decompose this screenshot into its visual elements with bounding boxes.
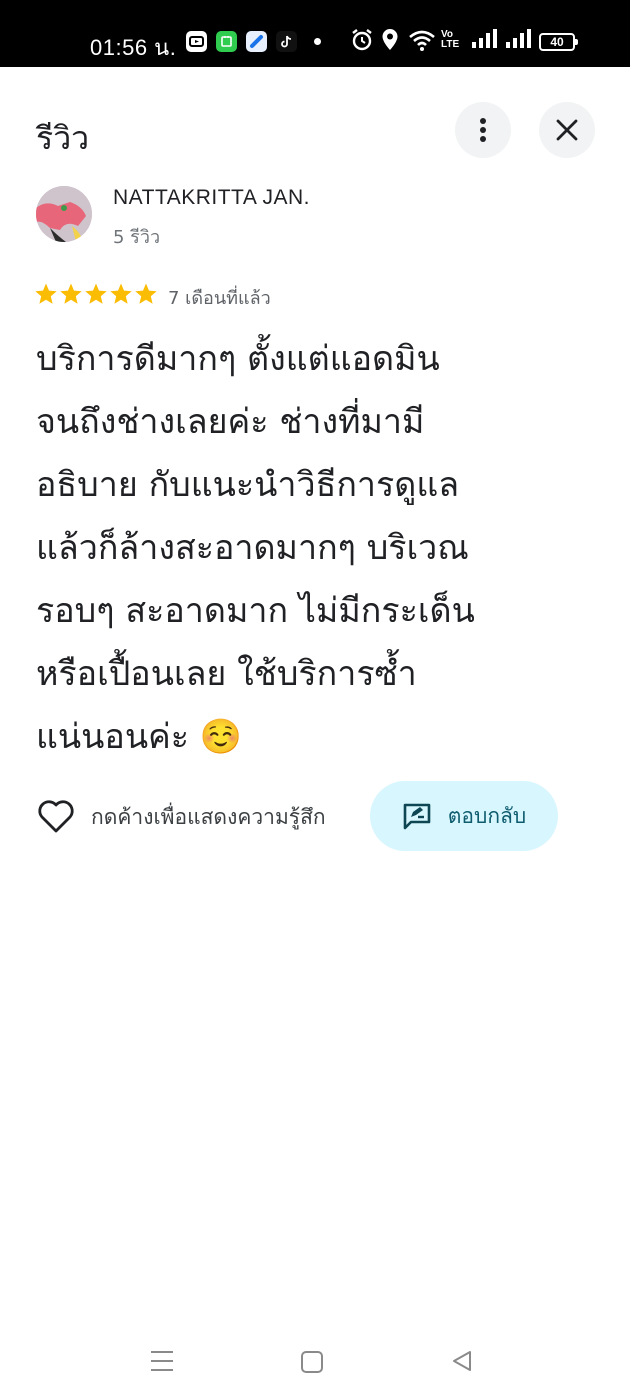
volte-label: Vo LTE bbox=[441, 29, 460, 50]
battery-indicator: 40 bbox=[539, 33, 578, 51]
react-hint-label[interactable]: กดค้างเพื่อแสดงความรู้สึก bbox=[91, 801, 326, 834]
review-line: บริการดีมากๆ ตั้งแต่แอดมิน bbox=[36, 339, 440, 379]
review-line: อธิบาย กับแนะนำวิธีการดูแล bbox=[36, 465, 460, 505]
wifi-icon bbox=[409, 30, 435, 51]
star-filled-icon bbox=[110, 283, 132, 304]
signal-icon-2 bbox=[506, 29, 531, 48]
back-triangle-icon[interactable] bbox=[450, 1349, 474, 1373]
reviewer-review-count: 5 รีวิว bbox=[113, 227, 161, 248]
tiktok-app-icon bbox=[276, 31, 297, 52]
heart-outline-icon[interactable] bbox=[37, 798, 75, 834]
reply-button[interactable]: ตอบกลับ bbox=[370, 781, 558, 851]
menu-icon[interactable] bbox=[150, 1350, 174, 1372]
review-line: จนถึงช่างเลยค่ะ ช่างที่มามี bbox=[36, 402, 425, 442]
alarm-icon bbox=[352, 29, 372, 51]
review-line: แล้วก็ล้างสะอาดมากๆ บริเวณ bbox=[36, 528, 469, 568]
system-nav-bar bbox=[0, 1322, 630, 1400]
review-line: หรือเปื้อนเลย ใช้บริการซ้ำ bbox=[36, 654, 417, 694]
close-button[interactable] bbox=[539, 102, 595, 158]
reply-icon bbox=[403, 803, 431, 830]
more-options-button[interactable] bbox=[455, 102, 511, 158]
signal-icon-1 bbox=[472, 29, 497, 48]
app-notification-icon bbox=[186, 31, 207, 52]
star-rating bbox=[34, 282, 158, 306]
reviewer-name[interactable]: NATTAKRITTA JAN. bbox=[113, 186, 310, 210]
status-time: 01:56 น. bbox=[90, 35, 177, 60]
close-icon bbox=[556, 119, 578, 141]
line-app-icon bbox=[216, 31, 237, 52]
page-title: รีวิว bbox=[36, 119, 90, 157]
home-square-icon[interactable] bbox=[300, 1350, 324, 1374]
status-bar: 01:56 น. Vo LTE 40 bbox=[0, 0, 630, 67]
location-icon bbox=[382, 29, 398, 50]
star-filled-icon bbox=[35, 283, 57, 304]
star-filled-icon bbox=[85, 283, 107, 304]
maps-app-icon bbox=[246, 31, 267, 52]
reply-label: ตอบกลับ bbox=[447, 803, 527, 828]
review-time-ago: 7 เดือนที่แล้ว bbox=[168, 288, 271, 309]
review-line: แน่นอนค่ะ ☺️ bbox=[36, 717, 243, 757]
review-line: รอบๆ สะอาดมาก ไม่มีกระเด็น bbox=[36, 591, 475, 631]
more-vert-icon bbox=[480, 118, 486, 142]
review-text: บริการดีมากๆ ตั้งแต่แอดมิน จนถึงช่างเลยค… bbox=[36, 328, 576, 769]
star-filled-icon bbox=[60, 283, 82, 304]
more-notifications-dot bbox=[314, 38, 321, 45]
star-filled-icon bbox=[135, 283, 157, 304]
avatar[interactable] bbox=[36, 186, 92, 242]
